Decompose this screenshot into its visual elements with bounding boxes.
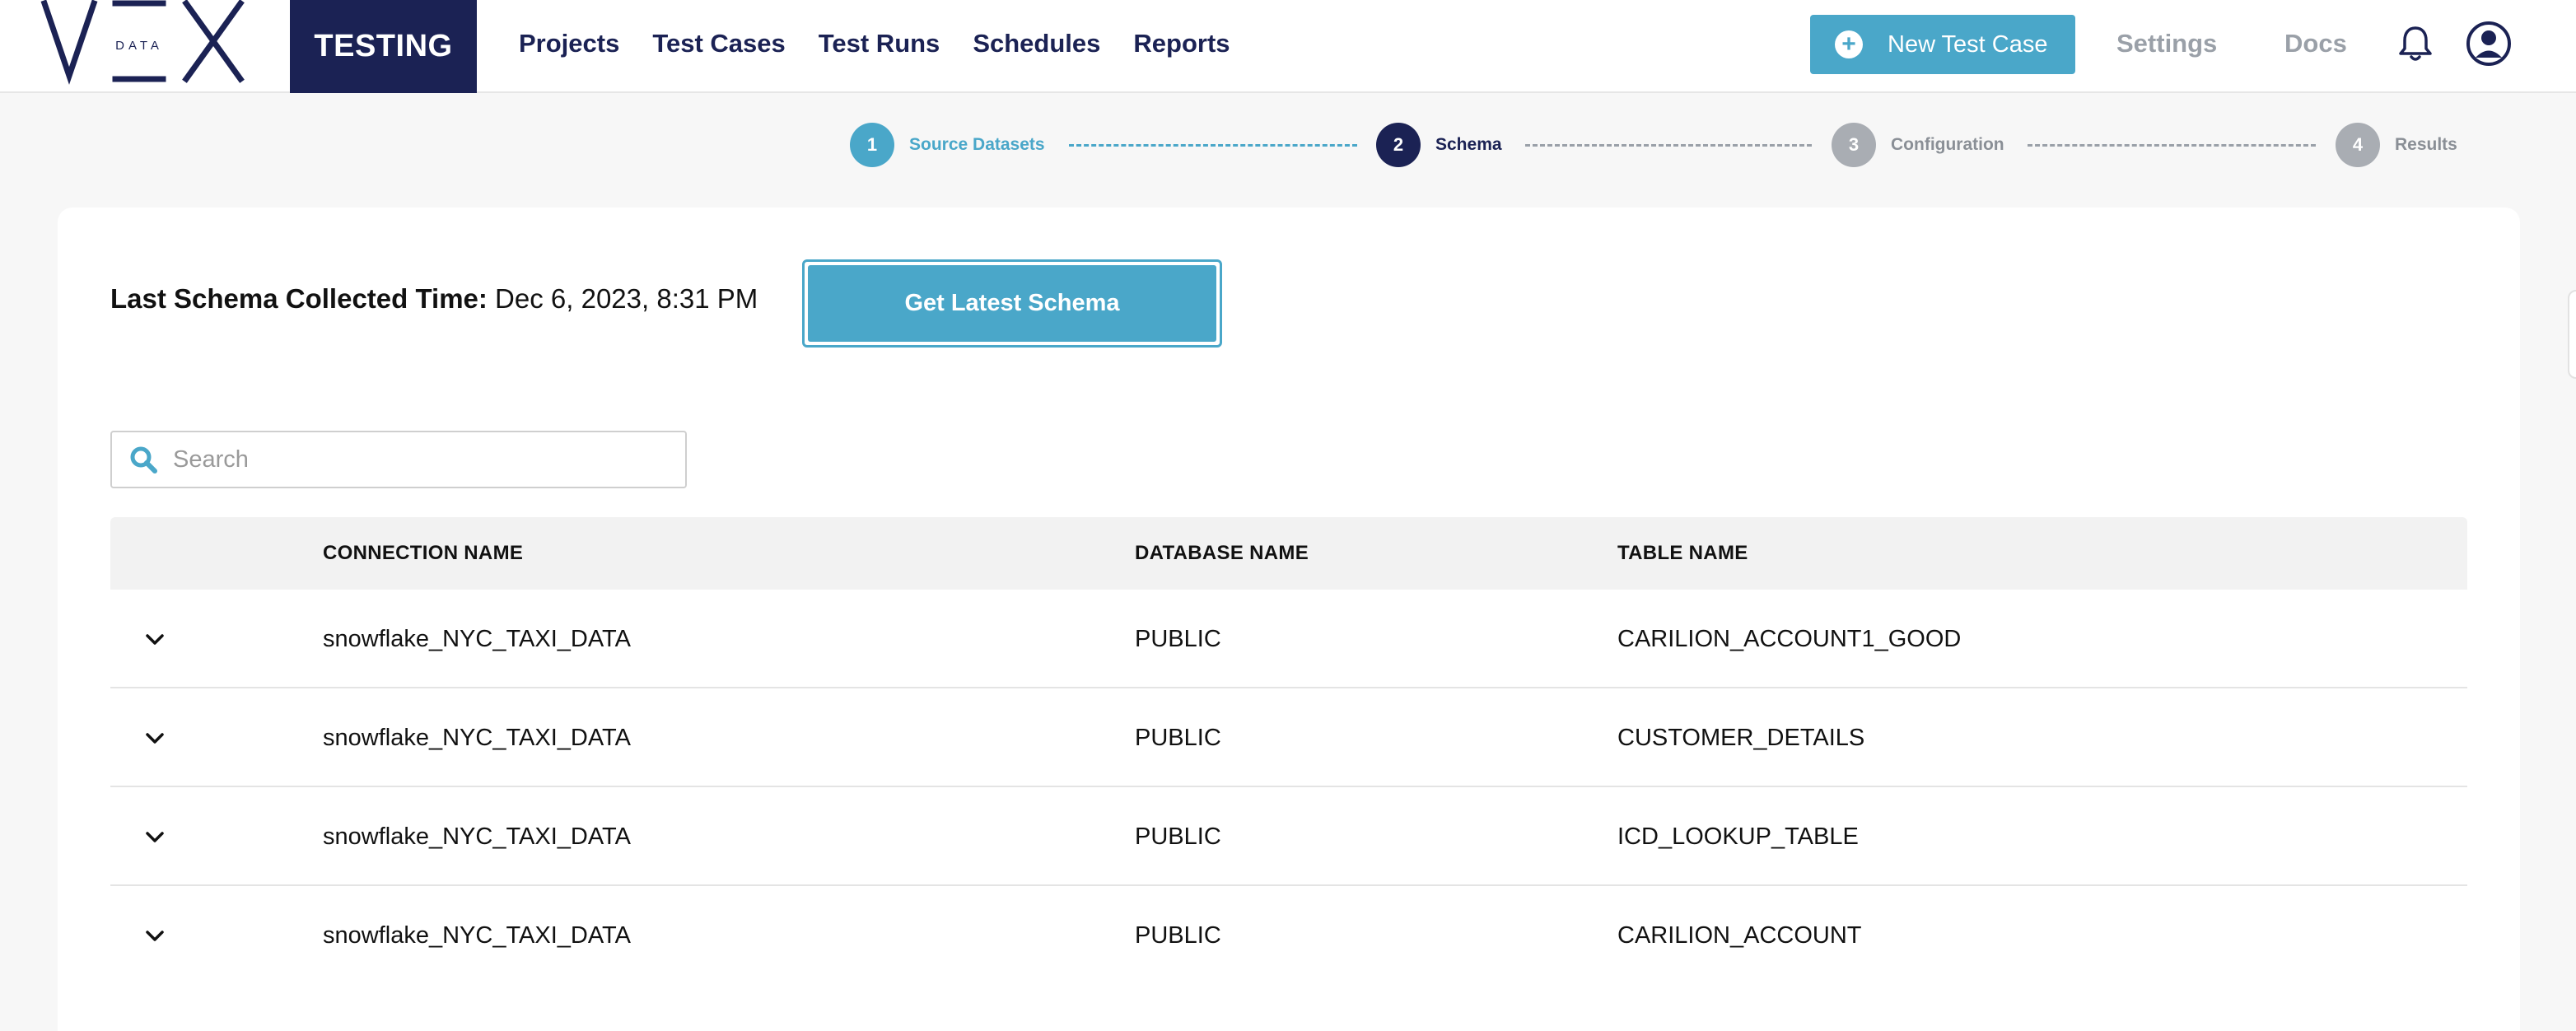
cell-table-name: CUSTOMER_DETAILS bbox=[1617, 724, 1865, 751]
column-header-database-name[interactable]: DATABASE NAME bbox=[1135, 517, 1309, 590]
cell-table-name: ICD_LOOKUP_TABLE bbox=[1617, 823, 1859, 850]
chevron-down-icon[interactable] bbox=[142, 823, 168, 850]
step-schema[interactable]: 2 Schema bbox=[1376, 122, 1502, 168]
table-row[interactable]: snowflake_NYC_TAXI_DATA PUBLIC CARILION_… bbox=[110, 590, 2467, 688]
last-schema-value: Dec 6, 2023, 8:31 PM bbox=[495, 283, 758, 314]
nav-link-test-cases[interactable]: Test Cases bbox=[652, 29, 785, 58]
step-number: 4 bbox=[2336, 123, 2380, 167]
step-connector bbox=[1525, 144, 1812, 147]
step-connector bbox=[2028, 144, 2316, 147]
search-field[interactable] bbox=[110, 431, 687, 488]
chevron-down-icon[interactable] bbox=[142, 725, 168, 751]
table-header: CONNECTION NAME DATABASE NAME TABLE NAME bbox=[110, 517, 2467, 590]
new-test-case-button[interactable]: + New Test Case bbox=[1810, 15, 2075, 74]
table-row[interactable]: snowflake_NYC_TAXI_DATA PUBLIC CUSTOMER_… bbox=[110, 688, 2467, 787]
step-label: Source Datasets bbox=[909, 135, 1045, 154]
nav-link-docs[interactable]: Docs bbox=[2284, 0, 2347, 87]
column-header-connection-name[interactable]: CONNECTION NAME bbox=[323, 517, 523, 590]
logo-subtitle: DATA bbox=[115, 39, 163, 53]
step-source-datasets[interactable]: 1 Source Datasets bbox=[850, 122, 1045, 168]
search-icon bbox=[130, 446, 157, 474]
top-navigation-bar: DATA TESTING Projects Test Cases Test Ru… bbox=[0, 0, 2576, 93]
nav-link-settings[interactable]: Settings bbox=[2116, 0, 2217, 87]
main-nav: Projects Test Cases Test Runs Schedules … bbox=[519, 0, 1263, 87]
get-latest-schema-label: Get Latest Schema bbox=[808, 265, 1216, 342]
nav-link-projects[interactable]: Projects bbox=[519, 29, 619, 58]
new-test-case-label: New Test Case bbox=[1888, 30, 2048, 58]
cell-connection-name: snowflake_NYC_TAXI_DATA bbox=[323, 823, 631, 850]
step-label: Results bbox=[2395, 135, 2457, 154]
chevron-down-icon[interactable] bbox=[142, 922, 168, 949]
product-tab-testing[interactable]: TESTING bbox=[290, 0, 477, 93]
column-header-table-name[interactable]: TABLE NAME bbox=[1617, 517, 1748, 590]
cell-connection-name: snowflake_NYC_TAXI_DATA bbox=[323, 724, 631, 751]
cell-table-name: CARILION_ACCOUNT1_GOOD bbox=[1617, 625, 1962, 652]
step-number: 2 bbox=[1376, 123, 1421, 167]
search-input[interactable] bbox=[173, 446, 667, 474]
cell-database-name: PUBLIC bbox=[1135, 823, 1221, 850]
step-number: 3 bbox=[1832, 123, 1876, 167]
plus-circle-icon: + bbox=[1835, 30, 1863, 58]
cell-table-name: CARILION_ACCOUNT bbox=[1617, 921, 1862, 949]
cell-connection-name: snowflake_NYC_TAXI_DATA bbox=[323, 625, 631, 652]
nav-link-reports[interactable]: Reports bbox=[1133, 29, 1230, 58]
table-row[interactable]: snowflake_NYC_TAXI_DATA PUBLIC ICD_LOOKU… bbox=[110, 787, 2467, 886]
chevron-down-icon[interactable] bbox=[142, 626, 168, 652]
cell-database-name: PUBLIC bbox=[1135, 724, 1221, 751]
step-label: Configuration bbox=[1891, 135, 2004, 154]
table-row[interactable]: snowflake_NYC_TAXI_DATA PUBLIC CARILION_… bbox=[110, 886, 2467, 985]
nav-link-test-runs[interactable]: Test Runs bbox=[819, 29, 940, 58]
step-label: Schema bbox=[1435, 135, 1502, 154]
vex-data-logo[interactable]: DATA bbox=[40, 0, 245, 86]
user-avatar-icon[interactable] bbox=[2466, 21, 2512, 67]
schema-table: snowflake_NYC_TAXI_DATA PUBLIC CARILION_… bbox=[110, 590, 2467, 985]
last-schema-collected: Last Schema Collected Time: Dec 6, 2023,… bbox=[110, 283, 758, 315]
bell-icon[interactable] bbox=[2398, 25, 2433, 63]
nav-link-schedules[interactable]: Schedules bbox=[973, 29, 1100, 58]
get-latest-schema-button[interactable]: Get Latest Schema bbox=[802, 259, 1222, 348]
step-number: 1 bbox=[850, 123, 894, 167]
side-panel-handle[interactable] bbox=[2568, 290, 2576, 379]
step-results[interactable]: 4 Results bbox=[2336, 122, 2457, 168]
cell-connection-name: snowflake_NYC_TAXI_DATA bbox=[323, 921, 631, 949]
cell-database-name: PUBLIC bbox=[1135, 921, 1221, 949]
step-configuration[interactable]: 3 Configuration bbox=[1832, 122, 2004, 168]
step-connector bbox=[1069, 144, 1357, 147]
cell-database-name: PUBLIC bbox=[1135, 625, 1221, 652]
last-schema-label: Last Schema Collected Time: bbox=[110, 283, 488, 314]
